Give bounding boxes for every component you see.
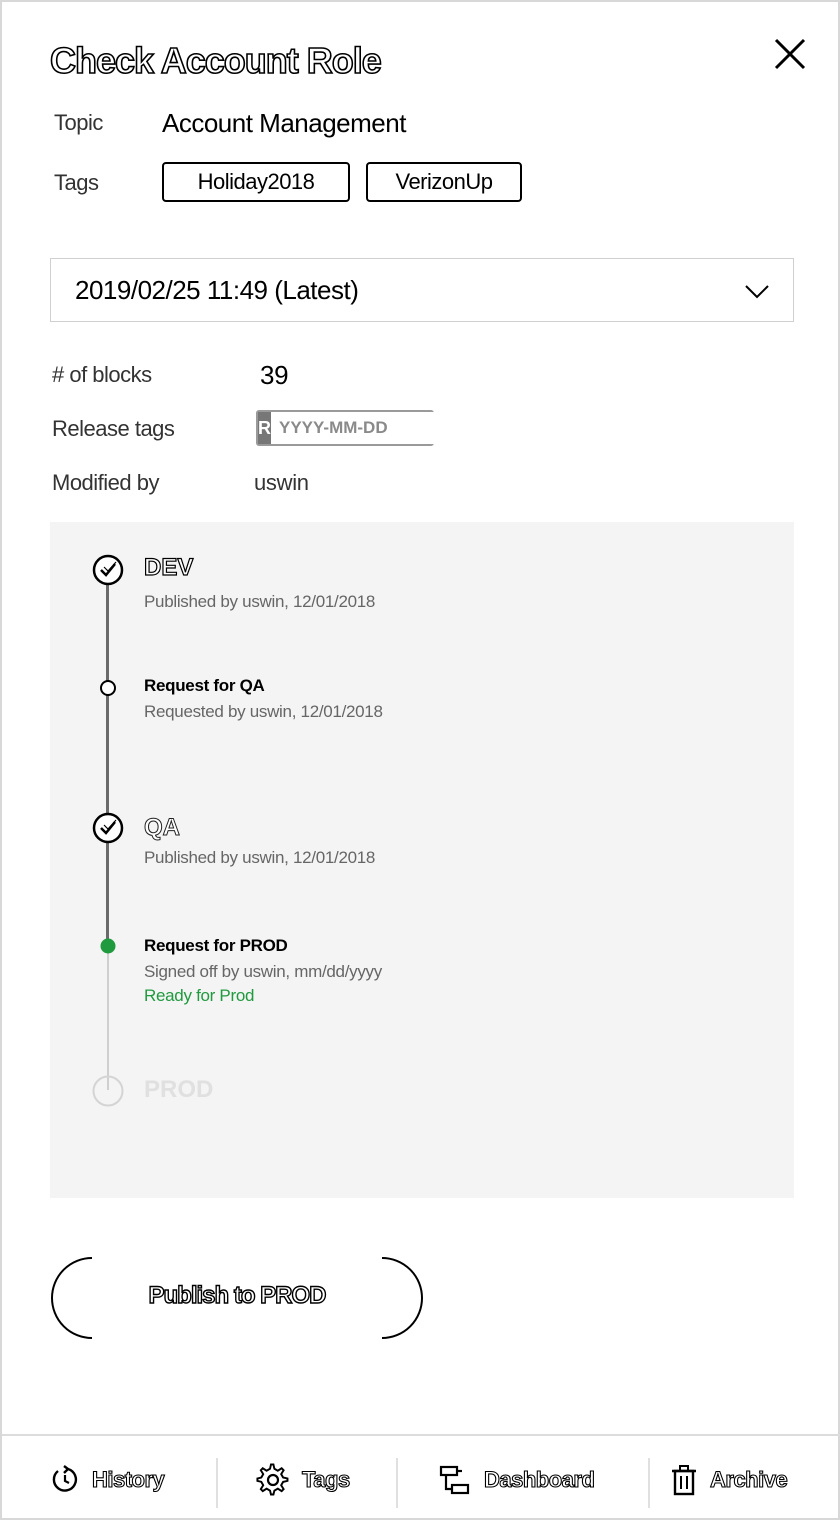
archive-label: Archive [709, 1466, 788, 1492]
step-title-qa: QA [144, 814, 181, 842]
step-sub-request-qa: Requested by uswin, 12/01/2018 [144, 702, 383, 721]
publish-button-label: Publish to PROD [148, 1281, 327, 1309]
step-title-dev: DEV [143, 553, 194, 581]
history-label: History [91, 1466, 165, 1492]
footer-divider [216, 1458, 218, 1508]
tag-chip[interactable]: Holiday2018 [162, 162, 350, 202]
footer-toolbar: History Tags Dashboard Archive [2, 1434, 840, 1520]
modified-by-value: uswin [254, 470, 309, 495]
status-ready-prod: Ready for Prod [144, 986, 255, 1005]
version-select-value: 2019/02/25 11:49 (Latest) [75, 274, 359, 305]
release-tags-label: Release tags [52, 416, 175, 441]
step-title-prod: PROD [144, 1076, 214, 1103]
dashboard-label: Dashboard [483, 1466, 595, 1492]
archive-button[interactable]: Archive [670, 1436, 788, 1520]
history-button[interactable]: History [50, 1436, 165, 1520]
step-title-request-qa: Request for QA [144, 676, 265, 695]
tags-button[interactable]: Tags [256, 1436, 351, 1520]
footer-divider [648, 1458, 650, 1508]
page-title: Check Account Role [49, 39, 382, 82]
chevron-down-icon [745, 285, 769, 299]
topic-value: Account Management [162, 108, 406, 138]
topic-label: Topic [54, 110, 103, 135]
workflow-timeline: DEV Published by uswin, 12/01/2018 Reque… [50, 522, 794, 1198]
step-sub-qa: Published by uswin, 12/01/2018 [144, 848, 376, 867]
timeline-line-pending [107, 950, 109, 1090]
release-badge: R [258, 412, 271, 444]
dashboard-icon [439, 1465, 470, 1495]
tag-chip[interactable]: VerizonUp [366, 162, 522, 202]
empty-circle-icon [92, 1075, 124, 1107]
tags-footer-label: Tags [301, 1466, 350, 1492]
dashboard-button[interactable]: Dashboard [438, 1436, 595, 1520]
step-title-request-prod: Request for PROD [144, 936, 288, 955]
gear-icon [256, 1463, 289, 1496]
blocks-label: # of blocks [52, 362, 152, 387]
publish-to-prod-button[interactable]: Publish to PROD [50, 1256, 424, 1340]
detail-panel: Check Account Role Topic Account Managem… [0, 0, 840, 1520]
version-select[interactable]: 2019/02/25 11:49 (Latest) [50, 258, 794, 322]
tags-label: Tags [54, 170, 99, 195]
footer-divider [396, 1458, 398, 1508]
release-tag-field[interactable]: R [256, 410, 506, 446]
pending-dot-icon [100, 680, 116, 696]
close-icon[interactable] [768, 32, 812, 76]
release-date-input[interactable] [271, 412, 506, 444]
blocks-value: 39 [260, 360, 289, 390]
active-dot-icon [100, 938, 116, 954]
step-sub-dev: Published by uswin, 12/01/2018 [144, 592, 376, 611]
timeline-line [106, 582, 109, 950]
modified-by-label: Modified by [52, 470, 160, 495]
step-sub-request-prod: Signed off by uswin, mm/dd/yyyy [144, 962, 382, 981]
history-icon [52, 1465, 78, 1492]
check-circle-icon [92, 554, 124, 586]
trash-icon [672, 1465, 696, 1496]
check-circle-icon [92, 812, 124, 844]
